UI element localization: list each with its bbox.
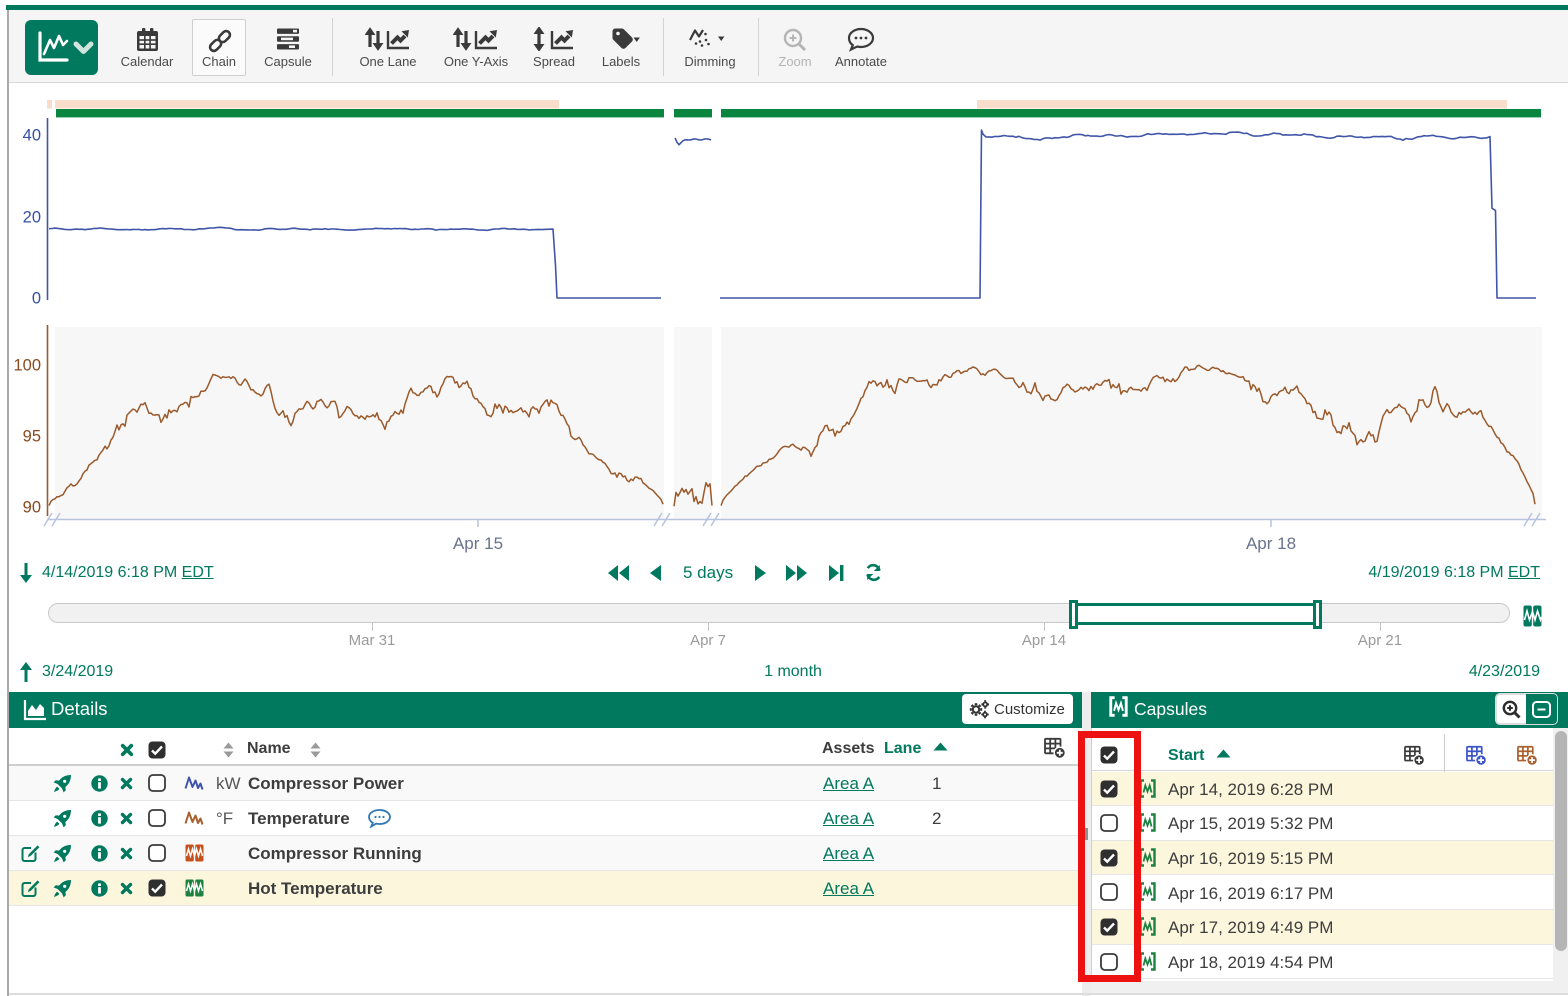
svg-text:20: 20: [23, 209, 41, 227]
svg-text:0: 0: [32, 290, 41, 308]
svg-text:95: 95: [23, 428, 41, 446]
svg-text:40: 40: [23, 127, 41, 145]
svg-text:Apr 15: Apr 15: [453, 534, 503, 553]
svg-text:100: 100: [13, 357, 41, 375]
svg-text:Apr 18: Apr 18: [1246, 534, 1296, 553]
svg-text:90: 90: [23, 499, 41, 517]
